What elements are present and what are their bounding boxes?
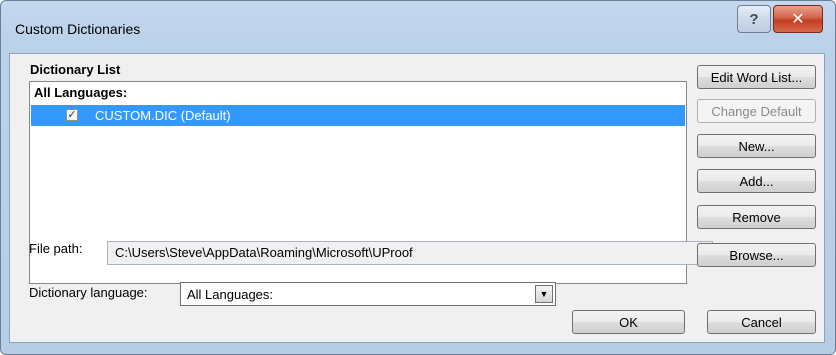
browse-button[interactable]: Browse... [697,243,816,267]
help-button[interactable]: ? [737,5,771,33]
list-header-all-languages: All Languages: [34,85,128,100]
dialog-body: Dictionary List All Languages: ✓ CUSTOM.… [9,53,825,343]
dialog-title: Custom Dictionaries [15,21,141,37]
close-button[interactable]: ✕ [773,5,823,33]
title-bar: Custom Dictionaries ? ✕ [1,1,835,53]
file-path-field: C:\Users\Steve\AppData\Roaming\Microsoft… [107,241,713,265]
dictionary-checkbox[interactable]: ✓ [66,109,78,121]
custom-dictionaries-dialog: Custom Dictionaries ? ✕ Dictionary List … [0,0,836,355]
edit-word-list-button[interactable]: Edit Word List... [697,65,816,89]
chevron-down-icon[interactable]: ▼ [535,285,553,303]
dictionary-language-value: All Languages: [187,287,274,302]
dictionary-list-label: Dictionary List [30,62,121,77]
dictionary-language-label: Dictionary language: [29,285,148,300]
dictionary-language-select[interactable]: All Languages: ▼ [180,282,556,306]
list-item-custom-dic[interactable]: ✓ CUSTOM.DIC (Default) [31,105,685,126]
remove-button[interactable]: Remove [697,205,816,229]
file-path-label: File path: [29,241,83,256]
question-mark-icon: ? [749,10,759,28]
ok-button[interactable]: OK [572,310,685,334]
list-item-label: CUSTOM.DIC (Default) [95,108,231,123]
cancel-button[interactable]: Cancel [707,310,816,334]
new-button[interactable]: New... [697,134,816,158]
add-button[interactable]: Add... [697,169,816,193]
close-icon: ✕ [791,11,805,28]
change-default-button[interactable]: Change Default [697,99,816,123]
